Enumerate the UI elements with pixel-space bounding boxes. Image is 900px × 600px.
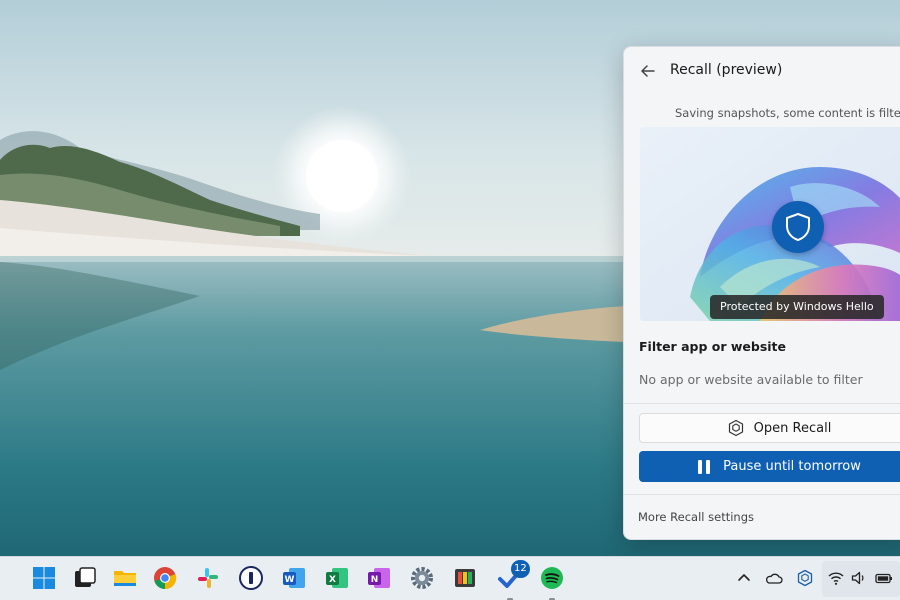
photos-icon[interactable] bbox=[452, 565, 478, 591]
svg-text:X: X bbox=[329, 575, 336, 585]
settings-gear-icon[interactable] bbox=[409, 565, 435, 591]
recall-flyout: Recall (preview) Saving snapshots, some … bbox=[623, 46, 900, 540]
snapshot-status-text: Saving snapshots, some content is filter… bbox=[675, 106, 900, 120]
battery-icon[interactable] bbox=[875, 569, 893, 587]
filter-empty-text: No app or website available to filter bbox=[639, 372, 863, 387]
wifi-icon[interactable] bbox=[827, 569, 845, 587]
windows-bloom-graphic bbox=[640, 127, 900, 321]
chrome-icon[interactable] bbox=[152, 565, 178, 591]
onenote-icon[interactable]: N bbox=[366, 565, 392, 591]
file-explorer-icon[interactable] bbox=[112, 565, 138, 591]
divider bbox=[624, 403, 900, 404]
windows-hello-badge: Protected by Windows Hello bbox=[710, 295, 884, 319]
pause-label: Pause until tomorrow bbox=[723, 459, 861, 474]
1password-icon[interactable] bbox=[238, 565, 264, 591]
filter-heading: Filter app or website bbox=[639, 339, 787, 354]
recall-icon[interactable] bbox=[796, 569, 814, 587]
taskbar: W X N 12 bbox=[0, 556, 900, 600]
shield-icon bbox=[772, 201, 824, 253]
slack-icon[interactable] bbox=[195, 565, 221, 591]
open-recall-label: Open Recall bbox=[753, 420, 832, 436]
recall-cube-icon bbox=[728, 419, 743, 437]
svg-text:W: W bbox=[285, 575, 295, 585]
open-recall-button[interactable]: Open Recall bbox=[639, 413, 900, 443]
spotify-icon[interactable] bbox=[539, 565, 565, 600]
word-icon[interactable]: W bbox=[281, 565, 307, 591]
more-recall-settings-link[interactable]: More Recall settings bbox=[638, 510, 754, 524]
back-arrow-icon[interactable] bbox=[638, 61, 658, 81]
pause-icon bbox=[698, 459, 711, 474]
windows-start-icon[interactable] bbox=[31, 565, 57, 591]
recall-header: Recall (preview) bbox=[624, 47, 900, 95]
onedrive-icon[interactable] bbox=[765, 569, 783, 587]
volume-icon[interactable] bbox=[850, 569, 868, 587]
notification-badge: 12 bbox=[511, 560, 530, 578]
divider bbox=[624, 494, 900, 495]
todo-icon[interactable]: 12 bbox=[497, 560, 530, 600]
task-view-icon[interactable] bbox=[72, 565, 98, 591]
pause-until-tomorrow-button[interactable]: Pause until tomorrow bbox=[639, 451, 900, 482]
recall-title: Recall (preview) bbox=[670, 62, 783, 78]
excel-icon[interactable]: X bbox=[324, 565, 350, 591]
svg-text:N: N bbox=[371, 575, 379, 585]
chevron-up-icon[interactable] bbox=[735, 569, 753, 587]
recall-hero-image: Protected by Windows Hello bbox=[640, 127, 900, 321]
